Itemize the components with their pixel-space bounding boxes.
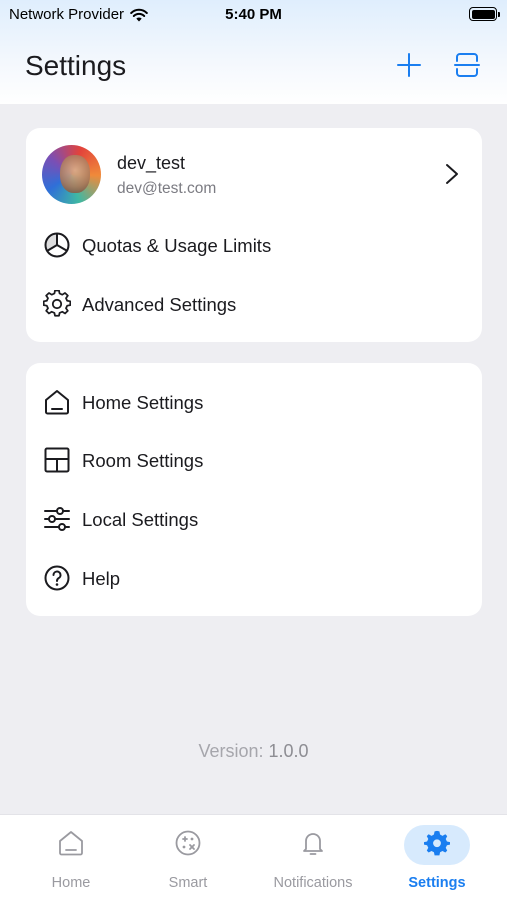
menu-item-home-settings[interactable]: Home Settings [26,373,482,431]
account-card: dev_test dev@test.com Quotas & Usage Lim… [26,128,482,342]
menu-item-local-settings[interactable]: Local Settings [26,490,482,548]
add-button[interactable] [394,50,424,80]
chevron-right-icon [446,164,458,184]
help-icon [44,565,70,591]
page-title: Settings [25,50,127,81]
menu-item-label: Help [82,568,121,589]
gear-icon [43,290,71,317]
tab-bar: Home Smart Notifications Settings [0,814,507,900]
home-icon [45,390,69,415]
tab-smart[interactable]: Smart [125,815,251,900]
plus-icon [397,53,421,77]
status-bar: Network Provider 5:40 PM [0,0,507,28]
gear-icon [424,830,450,856]
menu-item-advanced-settings[interactable]: Advanced Settings [26,275,482,333]
menu-item-label: Room Settings [82,450,204,471]
header: Settings [0,28,507,104]
version-number: 1.0.0 [268,741,309,761]
tab-home[interactable]: Home [8,815,134,900]
battery-icon [469,7,500,21]
menu-item-label: Quotas & Usage Limits [82,235,272,256]
menu-item-help[interactable]: Help [26,549,482,607]
tab-label: Home [51,875,91,891]
scan-icon [454,53,480,77]
version-text: Version: 1.0.0 [0,741,507,762]
room-layout-icon [44,447,70,473]
sliders-icon [44,507,70,531]
version-label: Version: [198,741,264,761]
home-icon [59,831,83,856]
menu-item-quotas[interactable]: Quotas & Usage Limits [26,216,482,274]
tab-label: Settings [408,875,466,891]
avatar [42,145,101,204]
profile-row[interactable]: dev_test dev@test.com [26,128,482,220]
menu-item-room-settings[interactable]: Room Settings [26,431,482,489]
tab-label: Smart [168,875,208,891]
profile-email: dev@test.com [117,180,217,197]
menu-item-label: Advanced Settings [82,294,237,315]
tab-notifications[interactable]: Notifications [250,815,376,900]
status-time: 5:40 PM [225,6,282,23]
settings-card: Home Settings Room Settings Local Settin… [26,363,482,616]
bell-icon [303,833,323,855]
profile-username: dev_test [117,153,186,173]
scan-button[interactable] [452,50,482,80]
menu-item-label: Home Settings [82,392,204,413]
menu-item-label: Local Settings [82,509,199,530]
smart-icon [175,830,201,856]
tab-label: Notifications [273,875,353,891]
tab-settings[interactable]: Settings [374,815,500,900]
pie-chart-icon [44,232,70,258]
